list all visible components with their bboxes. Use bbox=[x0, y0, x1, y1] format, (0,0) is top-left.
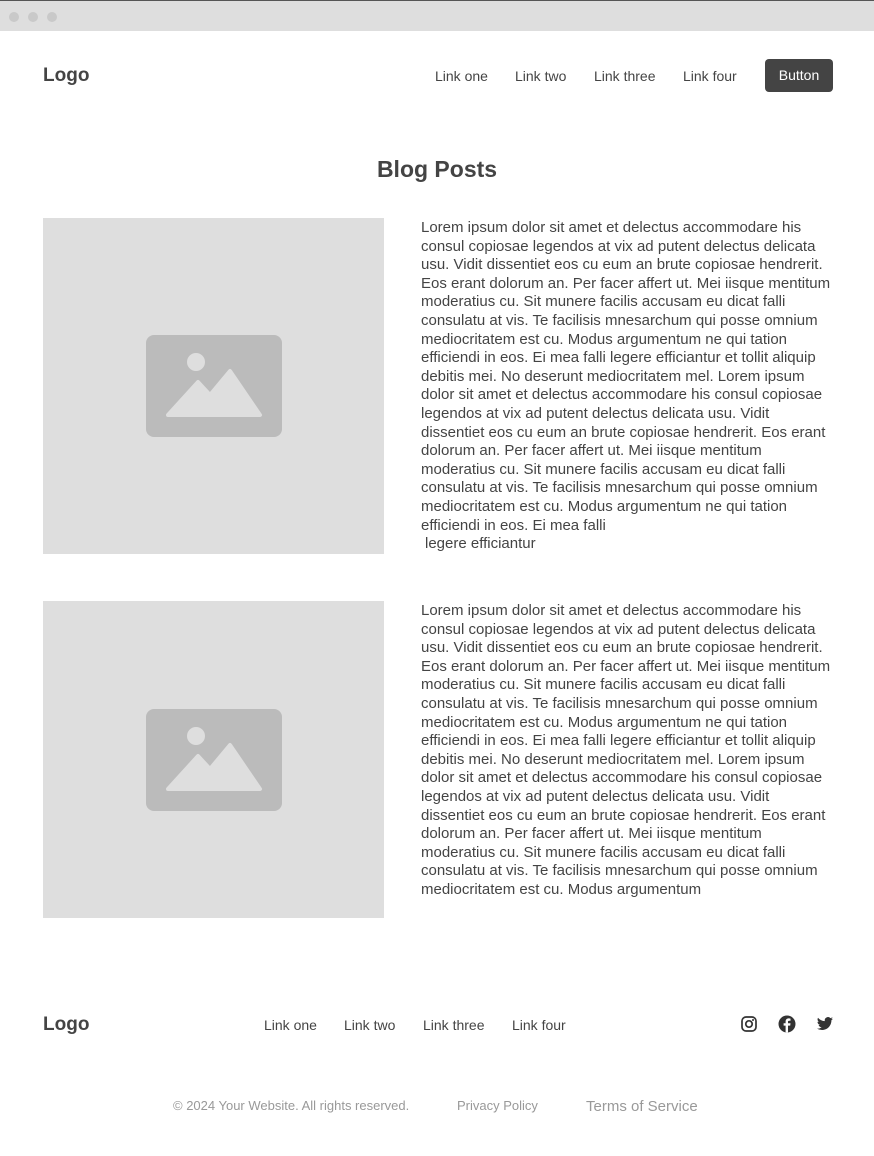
browser-titlebar bbox=[0, 0, 874, 31]
post-paragraph: Lorem ipsum dolor sit amet et delectus a… bbox=[421, 602, 831, 898]
post-image bbox=[43, 218, 384, 554]
post-image bbox=[43, 601, 384, 918]
post-paragraph: Lorem ipsum dolor sit amet et delectus a… bbox=[421, 219, 831, 534]
footer-link-four[interactable]: Link four bbox=[512, 1017, 566, 1033]
instagram-icon[interactable] bbox=[740, 1015, 758, 1033]
image-placeholder-icon bbox=[145, 335, 282, 437]
page-title: Blog Posts bbox=[376, 156, 498, 182]
footer-link-three[interactable]: Link three bbox=[423, 1017, 484, 1033]
footer-link-two[interactable]: Link two bbox=[344, 1017, 395, 1033]
window-minimize-dot[interactable] bbox=[28, 12, 38, 22]
copyright-text: © 2024 Your Website. All rights reserved… bbox=[173, 1098, 410, 1113]
post-body: Lorem ipsum dolor sit amet et delectus a… bbox=[421, 219, 835, 554]
window-maximize-dot[interactable] bbox=[47, 12, 57, 22]
facebook-icon[interactable] bbox=[778, 1015, 796, 1033]
nav-link-four[interactable]: Link four bbox=[683, 68, 737, 84]
nav-link-three[interactable]: Link three bbox=[594, 68, 655, 84]
image-placeholder-icon bbox=[145, 708, 282, 811]
header-button[interactable]: Button bbox=[765, 59, 833, 92]
terms-of-service-link[interactable]: Terms of Service bbox=[586, 1098, 698, 1115]
post-paragraph-tail: legere efficiantur bbox=[425, 535, 536, 553]
nav-link-one[interactable]: Link one bbox=[435, 68, 488, 84]
footer-link-one[interactable]: Link one bbox=[264, 1017, 317, 1033]
privacy-policy-link[interactable]: Privacy Policy bbox=[457, 1098, 538, 1113]
twitter-icon[interactable] bbox=[816, 1015, 834, 1033]
window-close-dot[interactable] bbox=[9, 12, 19, 22]
post-body: Lorem ipsum dolor sit amet et delectus a… bbox=[421, 602, 835, 900]
footer-logo[interactable]: Logo bbox=[43, 1014, 89, 1036]
nav-link-two[interactable]: Link two bbox=[515, 68, 566, 84]
header-logo[interactable]: Logo bbox=[43, 65, 89, 87]
